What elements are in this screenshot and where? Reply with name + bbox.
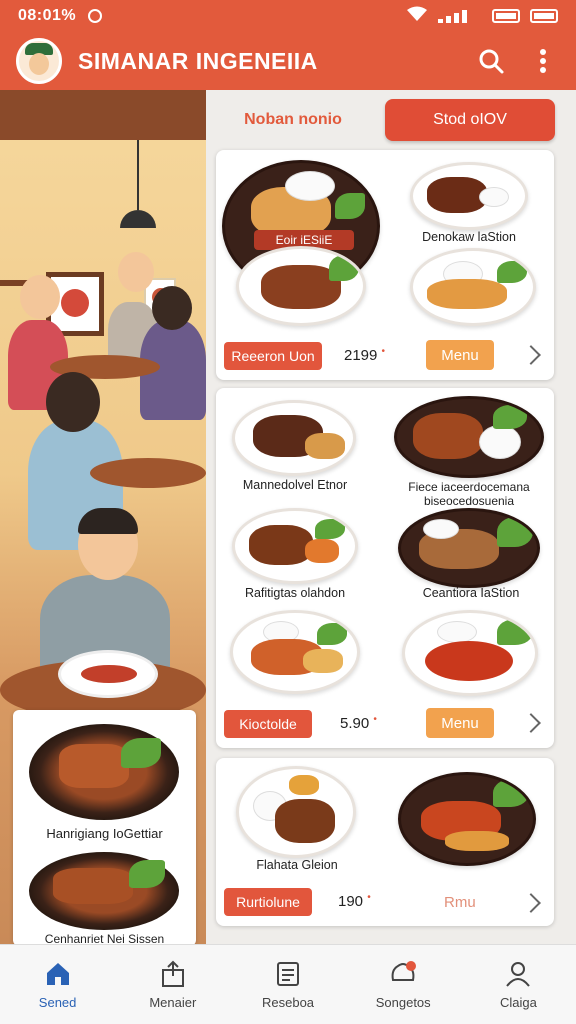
nav-label: Claiga	[499, 995, 537, 1010]
app-title: SIMANAR INGENEIIA	[78, 47, 318, 74]
menu-card[interactable]: Eoir iESiiE Denokaw laStion Reeeron Uon …	[216, 150, 554, 380]
dish-image	[236, 246, 366, 326]
tab-store[interactable]: Stod oIOV	[385, 99, 555, 141]
notification-dot-icon	[88, 9, 103, 23]
nav-label: Songetos	[375, 995, 431, 1010]
dish-image	[29, 724, 179, 820]
more-options-button[interactable]	[526, 44, 560, 78]
home-icon	[43, 959, 73, 989]
share-icon	[158, 959, 188, 989]
nav-label: Sened	[38, 995, 77, 1010]
dish-label: Rafitigtas olahdon	[244, 586, 346, 600]
nav-notifications[interactable]: Songetos	[346, 945, 461, 1024]
avatar[interactable]	[16, 38, 62, 84]
search-button[interactable]	[474, 44, 508, 78]
battery-icon	[492, 9, 520, 23]
profile-icon	[503, 959, 533, 989]
dish-price: 5.90 •	[340, 714, 377, 732]
app-bar: SIMANAR INGENEIIA	[0, 32, 576, 90]
dish-image	[410, 248, 536, 326]
tab-nearby[interactable]: Noban nonio	[218, 111, 368, 129]
dish-label: Hanrigiang IoGettiar	[46, 826, 163, 841]
tab-bar: Noban nonio Stod oIOV	[218, 98, 568, 142]
dish-price: 2199 •	[344, 346, 386, 364]
nav-profile[interactable]: Claiga	[461, 945, 576, 1024]
signal-icon	[438, 9, 482, 23]
dish-image	[232, 400, 356, 476]
dish-image	[232, 508, 358, 584]
menu-card[interactable]: Flahata Gleion Rurtiolune 190 • Rmu	[216, 758, 554, 926]
chevron-right-icon[interactable]	[521, 713, 541, 733]
dish-image	[402, 610, 538, 696]
wifi-icon	[406, 6, 428, 27]
bottom-navigation: Sened Menaier Reseboa Songetos Claiga	[0, 944, 576, 1024]
menu-link[interactable]: Rmu	[444, 894, 476, 911]
nav-list[interactable]: Reseboa	[230, 945, 345, 1024]
dish-price: 190 •	[338, 892, 371, 910]
dish-image	[410, 162, 528, 230]
nav-home[interactable]: Sened	[0, 945, 115, 1024]
dish-image	[394, 396, 544, 478]
status-time: 08:01%	[18, 7, 77, 24]
dish-image	[398, 508, 540, 588]
menu-button[interactable]: Menu	[426, 708, 494, 738]
nav-label: Reseboa	[261, 995, 315, 1010]
menu-card[interactable]: Mannedolvel Etnor Fiece iaceerdocemana b…	[216, 388, 554, 748]
dish-image	[29, 852, 179, 930]
menu-button[interactable]: Menu	[426, 340, 494, 370]
dish-image	[236, 766, 356, 858]
reservation-button[interactable]: Kioctolde	[224, 710, 312, 738]
nav-label: Menaier	[149, 995, 197, 1010]
dish-label: Ceantiora IaStion	[422, 586, 520, 600]
status-bar: 08:01%	[0, 0, 576, 32]
dish-image	[398, 772, 536, 866]
dish-label: Denokaw laStion	[422, 230, 516, 244]
nav-share[interactable]: Menaier	[115, 945, 230, 1024]
battery-icon-2	[530, 9, 558, 23]
search-icon	[479, 49, 504, 74]
reservation-button[interactable]: Rurtiolune	[224, 888, 312, 916]
dish-label: Flahata Gleion	[256, 858, 338, 872]
featured-dishes-card[interactable]: Hanrigiang IoGettiar Cenhanriet Nei Siss…	[13, 710, 196, 946]
notification-icon	[388, 959, 418, 989]
reservation-button[interactable]: Reeeron Uon	[224, 342, 322, 370]
chevron-right-icon[interactable]	[521, 345, 541, 365]
chevron-right-icon[interactable]	[521, 893, 541, 913]
dish-label: Mannedolvel Etnor	[242, 478, 348, 492]
dish-image	[230, 610, 360, 694]
dish-label: Fiece iaceerdocemana biseocedosuenia	[408, 480, 530, 508]
list-icon	[273, 959, 303, 989]
more-vertical-icon	[540, 49, 546, 73]
